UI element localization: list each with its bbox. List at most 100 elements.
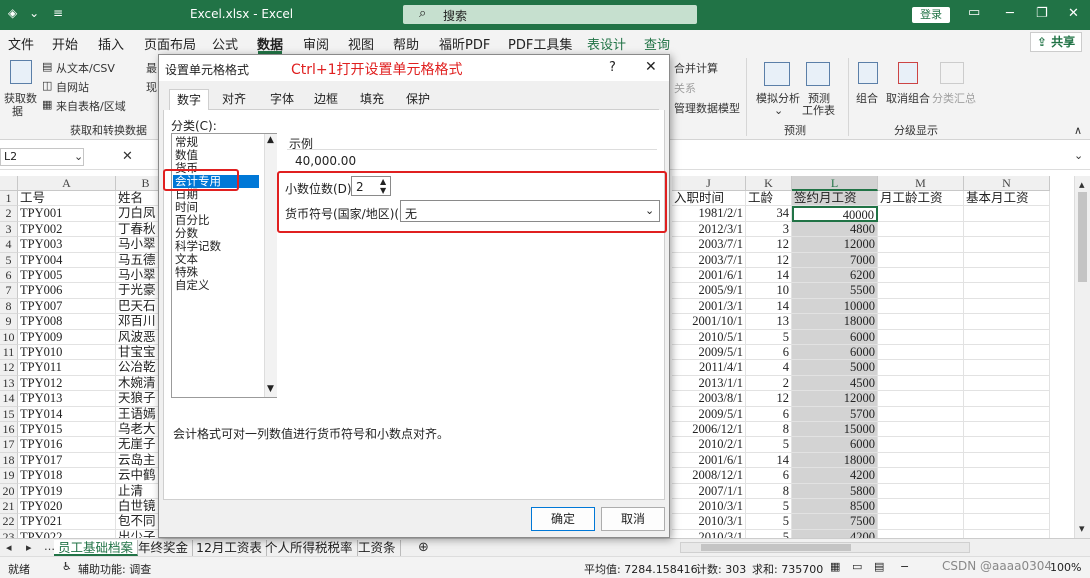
row-header[interactable]: 16 bbox=[0, 422, 18, 438]
cell-a[interactable]: TPY001 bbox=[18, 206, 116, 222]
cell-n[interactable] bbox=[964, 514, 1050, 530]
cell-k[interactable]: 8 bbox=[746, 483, 792, 499]
cell-l[interactable]: 8500 bbox=[792, 499, 878, 515]
cell-l[interactable]: 6000 bbox=[792, 329, 878, 345]
cell-a[interactable]: TPY010 bbox=[18, 345, 116, 361]
cell-j[interactable]: 2012/3/1 bbox=[672, 221, 746, 238]
cell-n[interactable] bbox=[964, 422, 1050, 438]
cell-m[interactable] bbox=[878, 237, 964, 253]
cell-m[interactable] bbox=[878, 329, 964, 345]
name-box[interactable]: L2 bbox=[0, 148, 84, 166]
cell-l[interactable]: 4500 bbox=[792, 375, 878, 392]
row-header[interactable]: 1 bbox=[0, 191, 18, 207]
cell-k[interactable]: 3 bbox=[746, 221, 792, 238]
row-header[interactable]: 8 bbox=[0, 298, 18, 315]
row-header[interactable]: 4 bbox=[0, 237, 18, 253]
cell-k[interactable]: 6 bbox=[746, 345, 792, 361]
help-icon[interactable]: ? bbox=[609, 60, 616, 75]
relationships-button[interactable]: 关系 bbox=[674, 80, 696, 96]
forecast-sheet-icon[interactable] bbox=[806, 62, 830, 86]
cell-k[interactable]: 5 bbox=[746, 529, 792, 538]
cell-a[interactable]: TPY007 bbox=[18, 298, 116, 315]
cell-j[interactable]: 2010/3/1 bbox=[672, 514, 746, 530]
normal-view-icon[interactable]: ▦ bbox=[830, 560, 840, 573]
cell-l[interactable]: 5500 bbox=[792, 283, 878, 299]
cell-m[interactable] bbox=[878, 406, 964, 422]
sheet-prev-icon[interactable]: ◂ bbox=[6, 541, 12, 554]
currency-symbol-select[interactable]: 无 ⌄ bbox=[400, 200, 660, 222]
page-layout-view-icon[interactable]: ▭ bbox=[852, 560, 862, 573]
cell-a[interactable]: TPY012 bbox=[18, 375, 116, 392]
cell-l[interactable]: 18000 bbox=[792, 452, 878, 469]
cell-k[interactable]: 10 bbox=[746, 283, 792, 299]
row-header[interactable]: 3 bbox=[0, 221, 18, 238]
cell-a[interactable]: TPY014 bbox=[18, 406, 116, 422]
from-text-csv-icon[interactable]: ▤ bbox=[42, 60, 52, 73]
cell-n[interactable] bbox=[964, 283, 1050, 299]
cell-j[interactable]: 2013/1/1 bbox=[672, 375, 746, 392]
row-header[interactable]: 19 bbox=[0, 468, 18, 484]
cell-l[interactable]: 5000 bbox=[792, 360, 878, 376]
cell-n[interactable] bbox=[964, 499, 1050, 515]
currency-dropdown-icon[interactable]: ⌄ bbox=[645, 204, 654, 217]
cancel-button[interactable]: 取消 bbox=[601, 507, 665, 531]
cell-a[interactable]: TPY015 bbox=[18, 422, 116, 438]
cell-k[interactable]: 12 bbox=[746, 237, 792, 253]
ungroup-button[interactable]: 取消组合 bbox=[886, 90, 930, 106]
cell-a[interactable]: TPY003 bbox=[18, 237, 116, 253]
quick-access-dropdown-icon[interactable]: ⌄ bbox=[29, 6, 39, 20]
row-header[interactable]: 11 bbox=[0, 345, 18, 361]
row-header[interactable]: 18 bbox=[0, 452, 18, 469]
cell-j[interactable]: 2007/1/1 bbox=[672, 483, 746, 499]
cell-j[interactable]: 2010/2/1 bbox=[672, 437, 746, 453]
cell-j[interactable]: 2001/6/1 bbox=[672, 268, 746, 284]
cell-m[interactable] bbox=[878, 437, 964, 453]
currency-symbol-value[interactable]: 无 bbox=[405, 205, 417, 222]
cell-n[interactable] bbox=[964, 221, 1050, 238]
cell-a[interactable]: TPY016 bbox=[18, 437, 116, 453]
row-header[interactable]: 9 bbox=[0, 314, 18, 330]
cell-a[interactable]: TPY011 bbox=[18, 360, 116, 376]
sheet-tab-payslip[interactable]: 工资条 bbox=[354, 540, 401, 556]
from-table-icon[interactable]: ▦ bbox=[42, 98, 52, 111]
cell-k[interactable]: 14 bbox=[746, 268, 792, 284]
cell-n[interactable] bbox=[964, 483, 1050, 499]
select-all-corner[interactable] bbox=[0, 176, 18, 191]
tab-formulas[interactable]: 公式 bbox=[212, 34, 238, 53]
cell-m[interactable] bbox=[878, 345, 964, 361]
row-header[interactable]: 10 bbox=[0, 329, 18, 345]
category-scroll-down-icon[interactable]: ▼ bbox=[267, 384, 274, 394]
header-cell-a[interactable]: 工号 bbox=[18, 191, 116, 207]
subtotal-icon[interactable] bbox=[940, 62, 964, 84]
tab-query[interactable]: 查询 bbox=[644, 34, 670, 53]
forecast-sheet-label-2[interactable]: 工作表 bbox=[802, 102, 835, 118]
existing-connections-button[interactable]: 现 bbox=[146, 79, 157, 95]
cell-l[interactable]: 6000 bbox=[792, 437, 878, 453]
dialog-tab-alignment[interactable]: 对齐 bbox=[215, 89, 253, 109]
cell-m[interactable] bbox=[878, 452, 964, 469]
cell-m[interactable] bbox=[878, 314, 964, 330]
row-header[interactable]: 14 bbox=[0, 391, 18, 407]
decimal-places-value[interactable]: 2 bbox=[356, 180, 364, 194]
column-header-j[interactable]: J bbox=[672, 176, 746, 191]
login-button[interactable]: 登录 bbox=[912, 7, 950, 23]
cell-j[interactable]: 2005/9/1 bbox=[672, 283, 746, 299]
cell-m[interactable] bbox=[878, 252, 964, 268]
get-data-label-2[interactable]: 据 bbox=[12, 103, 23, 119]
cell-k[interactable]: 5 bbox=[746, 514, 792, 530]
cell-a[interactable]: TPY020 bbox=[18, 499, 116, 515]
from-web-icon[interactable]: ◫ bbox=[42, 79, 52, 92]
cell-j[interactable]: 2009/5/1 bbox=[672, 345, 746, 361]
accessibility-status[interactable]: 辅助功能: 调查 bbox=[78, 561, 151, 577]
tab-file[interactable]: 文件 bbox=[8, 34, 34, 53]
scroll-thumb[interactable] bbox=[1078, 192, 1087, 282]
zoom-out-icon[interactable]: − bbox=[900, 560, 909, 573]
cell-k[interactable]: 34 bbox=[746, 206, 792, 222]
cell-n[interactable] bbox=[964, 437, 1050, 453]
cell-m[interactable] bbox=[878, 468, 964, 484]
quick-access-toolbar[interactable]: ◈ ⌄ ≡ bbox=[8, 6, 63, 20]
cell-a[interactable]: TPY009 bbox=[18, 329, 116, 345]
minimize-icon[interactable]: ─ bbox=[1006, 6, 1014, 21]
cell-a[interactable]: TPY022 bbox=[18, 529, 116, 538]
recent-sources-button[interactable]: 最 bbox=[146, 60, 157, 76]
